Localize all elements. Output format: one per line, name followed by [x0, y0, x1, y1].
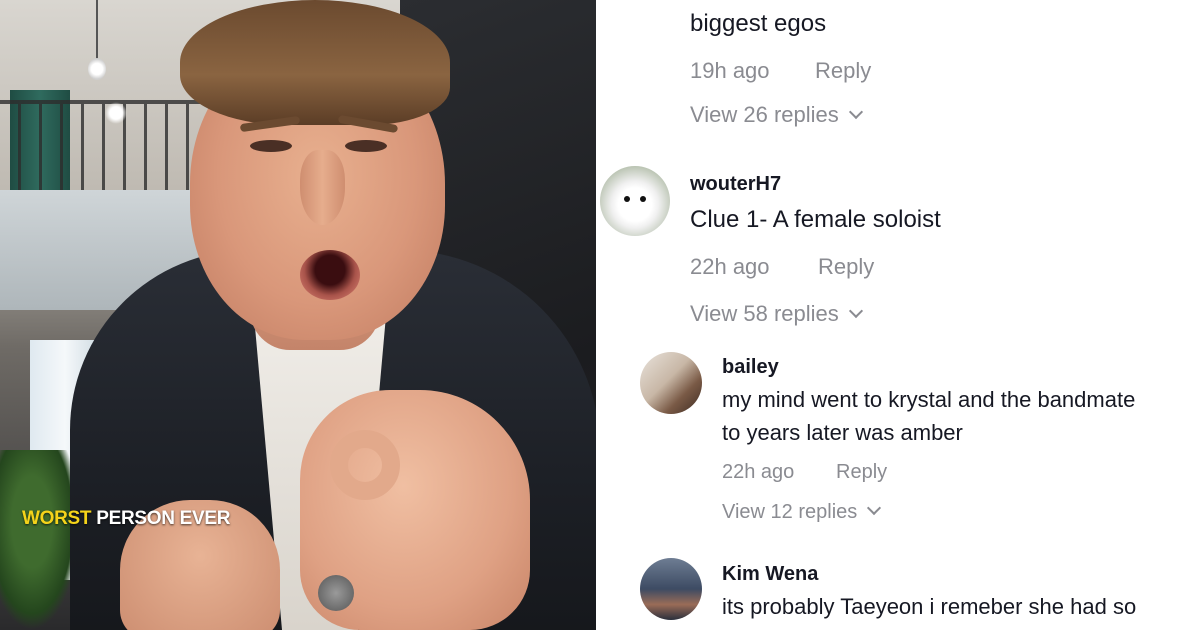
ceiling-light: [105, 102, 127, 124]
comment-username[interactable]: Kim Wena: [722, 563, 818, 586]
comment-text: biggest egos: [690, 10, 827, 37]
video-caption: WORST PERSON EVER: [22, 508, 230, 530]
comment-timestamp: 22h ago: [722, 461, 795, 483]
video-frame[interactable]: WORST PERSON EVER: [0, 0, 596, 630]
background-plant: [0, 450, 80, 630]
pendant-lamp-wire: [96, 0, 98, 60]
person-eye-left: [250, 140, 292, 152]
user-avatar[interactable]: [600, 166, 670, 236]
reply-button[interactable]: Reply: [818, 254, 874, 280]
comment-timestamp: 19h ago: [690, 58, 770, 83]
caption-highlight-word: WORST: [22, 508, 92, 529]
view-replies-label: View 58 replies: [690, 301, 839, 326]
chevron-down-icon: [867, 500, 882, 516]
comment-text: its probably Taeyeon i remeber she had s…: [722, 594, 1137, 619]
comment-username[interactable]: wouterH7: [690, 173, 781, 196]
reply-button[interactable]: Reply: [836, 461, 887, 484]
view-replies-button[interactable]: View 26 replies: [690, 102, 863, 128]
view-replies-label: View 26 replies: [690, 102, 839, 127]
person-nose: [300, 150, 345, 225]
comment-text-line-2: to years later was amber: [722, 420, 963, 445]
comment-text: Clue 1- A female soloist: [690, 206, 941, 233]
necklace-pendant: [318, 575, 354, 611]
ok-gesture-fingers: [330, 430, 400, 500]
person-mouth: [300, 250, 360, 300]
pendant-lamp-bulb: [88, 58, 106, 80]
person-eye-right: [345, 140, 387, 152]
person-hair: [180, 0, 450, 125]
caption-rest: PERSON EVER: [91, 508, 231, 529]
view-replies-button[interactable]: View 12 replies: [722, 500, 882, 524]
view-replies-button[interactable]: View 58 replies: [690, 301, 863, 327]
chevron-down-icon: [848, 303, 863, 319]
chevron-down-icon: [848, 104, 863, 120]
user-avatar[interactable]: [640, 352, 702, 414]
comment-username[interactable]: bailey: [722, 356, 779, 379]
view-replies-label: View 12 replies: [722, 501, 858, 523]
comment-timestamp: 22h ago: [690, 254, 770, 279]
comments-panel[interactable]: biggest egos 19h ago Reply View 26 repli…: [600, 0, 1200, 630]
reply-button[interactable]: Reply: [815, 58, 871, 84]
comment-text-line-1: my mind went to krystal and the bandmate: [722, 387, 1136, 412]
dog-eye-right: [640, 196, 646, 202]
dog-eye-left: [624, 196, 630, 202]
user-avatar[interactable]: [640, 558, 702, 620]
